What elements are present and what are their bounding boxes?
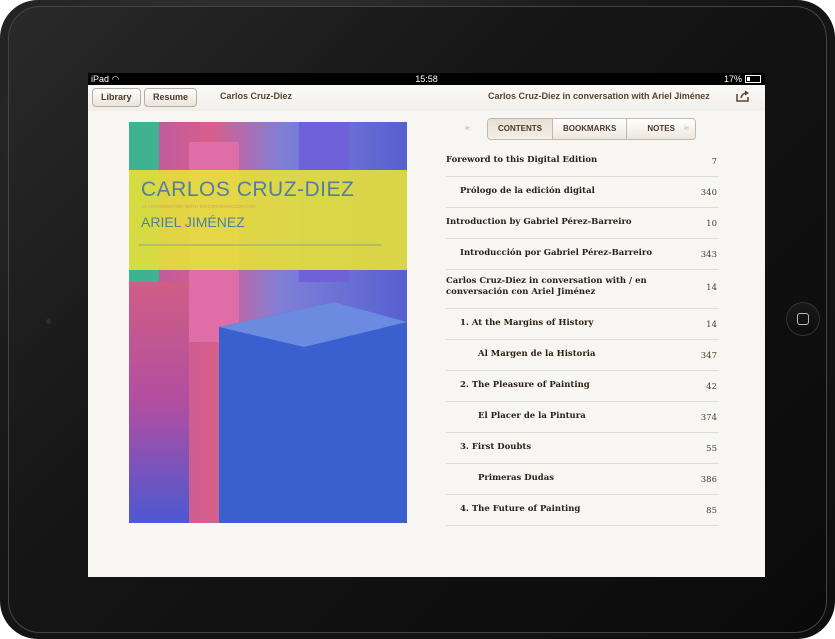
toc-row[interactable]: El Placer de la Pintura 374 bbox=[446, 402, 719, 433]
right-flourish-icon: ≈ bbox=[684, 123, 689, 133]
toc-page-number: 42 bbox=[706, 382, 717, 392]
toc-page-number: 374 bbox=[700, 413, 717, 423]
toc-row[interactable]: Introducción por Gabriel Pérez-Barreiro 3… bbox=[446, 239, 719, 270]
home-square-icon bbox=[797, 313, 809, 325]
toc-page-number: 14 bbox=[706, 283, 717, 293]
toc-tabs: CONTENTS BOOKMARKS NOTES bbox=[487, 118, 696, 140]
toc-page-number: 343 bbox=[700, 250, 717, 260]
tab-contents[interactable]: CONTENTS bbox=[488, 119, 552, 139]
toc-row[interactable]: Introduction by Gabriel Pérez-Barreiro 10 bbox=[446, 208, 719, 239]
front-camera bbox=[46, 319, 51, 324]
toc-page-number: 386 bbox=[700, 475, 717, 485]
toc-row[interactable]: Al Margen de la Historia 347 bbox=[446, 340, 719, 371]
toc-entry-label: Foreword to this Digital Edition bbox=[446, 155, 598, 165]
toc-page-number: 340 bbox=[700, 188, 717, 198]
toc-entry-label: 4. The Future of Painting bbox=[460, 504, 581, 514]
status-bar: iPad ◠ 15:58 17% bbox=[88, 73, 765, 85]
ipad-frame: iPad ◠ 15:58 17% Library Resume Carlos C… bbox=[0, 0, 835, 639]
toc-entry-label: Primeras Dudas bbox=[478, 473, 555, 483]
library-button[interactable]: Library bbox=[92, 88, 141, 107]
toc-entry-label: 3. First Doubts bbox=[460, 442, 532, 452]
table-of-contents: Foreword to this Digital Edition 7 Prólogo… bbox=[446, 146, 719, 526]
screen: iPad ◠ 15:58 17% Library Resume Carlos C… bbox=[88, 73, 765, 577]
battery-icon bbox=[745, 75, 761, 83]
tab-bookmarks[interactable]: BOOKMARKS bbox=[552, 119, 627, 139]
battery-percent: 17% bbox=[723, 74, 742, 84]
cover-title: CARLOS CRUZ-DIEZ bbox=[141, 178, 355, 201]
toc-page-number: 10 bbox=[706, 219, 717, 229]
toc-page-number: 55 bbox=[706, 444, 717, 454]
toc-page-number: 347 bbox=[700, 351, 717, 361]
cover-subtitle: IN CONVERSATION WITH / EN CONVERSACIÓN C… bbox=[142, 204, 256, 209]
toc-row[interactable]: 4. The Future of Painting 85 bbox=[446, 495, 719, 526]
toc-page-number: 14 bbox=[706, 320, 717, 330]
toc-row[interactable]: 2. The Pleasure of Painting 42 bbox=[446, 371, 719, 402]
toc-entry-label: Introduction by Gabriel Pérez-Barreiro bbox=[446, 217, 632, 227]
toc-entry-label: El Placer de la Pintura bbox=[478, 411, 586, 421]
toc-page-number: 85 bbox=[706, 506, 717, 516]
toc-entry-label: Prólogo de la edición digital bbox=[460, 186, 595, 196]
home-button[interactable] bbox=[786, 302, 820, 336]
toc-entry-label: 2. The Pleasure of Painting bbox=[460, 380, 590, 390]
toc-row[interactable]: Carlos Cruz-Diez in conversation with / … bbox=[446, 270, 719, 309]
toc-row[interactable]: Prólogo de la edición digital 340 bbox=[446, 177, 719, 208]
share-icon[interactable] bbox=[736, 90, 750, 102]
book-cover[interactable]: CARLOS CRUZ-DIEZ IN CONVERSATION WITH / … bbox=[129, 122, 407, 523]
toc-row[interactable]: 3. First Doubts 55 bbox=[446, 433, 719, 464]
toc-page-number: 7 bbox=[711, 157, 717, 167]
status-time: 15:58 bbox=[415, 74, 438, 84]
resume-button[interactable]: Resume bbox=[144, 88, 198, 107]
toc-row[interactable]: Primeras Dudas 386 bbox=[446, 464, 719, 495]
book-title: Carlos Cruz-Diez bbox=[220, 91, 293, 101]
toc-entry-label: Introducción por Gabriel Pérez-Barreiro bbox=[460, 248, 653, 258]
status-battery: 17% bbox=[724, 73, 761, 85]
chapter-title: Carlos Cruz-Diez in conversation with Ar… bbox=[488, 91, 710, 101]
toc-entry-label: Al Margen de la Historia bbox=[478, 349, 596, 359]
reader-toolbar: Library Resume Carlos Cruz-Diez Carlos C… bbox=[88, 85, 765, 111]
toc-entry-label: 1. At the Margins of History bbox=[460, 318, 594, 328]
toc-entry-label: Carlos Cruz-Diez in conversation with / … bbox=[446, 276, 647, 297]
cover-author: ARIEL JIMÉNEZ bbox=[141, 214, 245, 230]
toc-row[interactable]: 1. At the Margins of History 14 bbox=[446, 309, 719, 340]
toc-row[interactable]: Foreword to this Digital Edition 7 bbox=[446, 146, 719, 177]
left-flourish-icon: ≈ bbox=[465, 123, 470, 133]
